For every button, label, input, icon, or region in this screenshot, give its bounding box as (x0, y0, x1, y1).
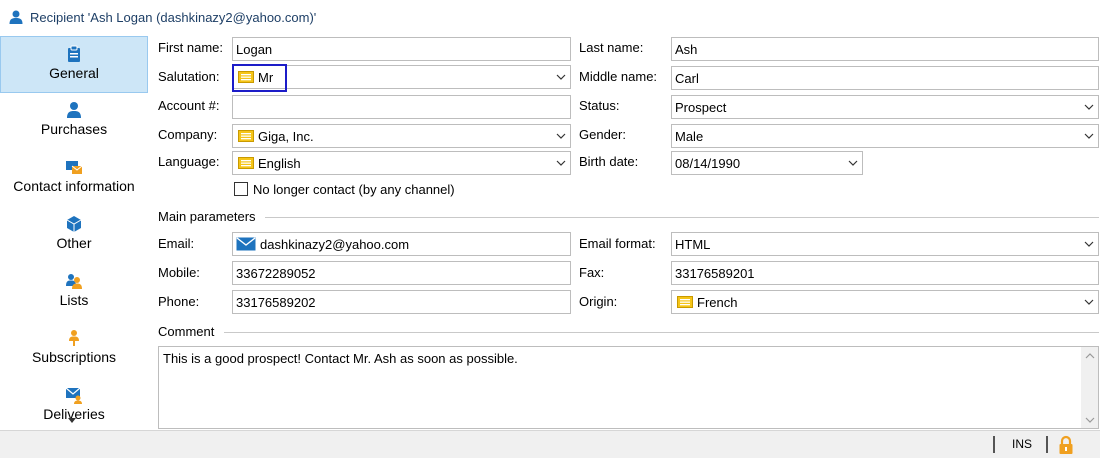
email-format-select[interactable]: HTML (671, 232, 1099, 256)
email-label: Email: (158, 236, 195, 251)
person-icon (9, 10, 23, 24)
enum-list-icon (677, 296, 693, 308)
origin-label: Origin: (579, 294, 618, 309)
envelope-icon (236, 237, 256, 251)
chevron-down-icon[interactable] (1080, 96, 1098, 118)
section-divider (224, 332, 1099, 333)
contact-card-icon (66, 161, 83, 174)
sidebar: General Purchases Contact information Ot… (0, 34, 148, 427)
last-name-label: Last name: (579, 40, 644, 55)
sidebar-item-label: Other (56, 235, 92, 251)
chevron-down-icon[interactable] (1080, 125, 1098, 147)
envelope-person-icon (65, 387, 82, 404)
scroll-up-icon[interactable] (1081, 347, 1098, 364)
salutation-select[interactable]: Mr (232, 64, 571, 92)
window-titlebar: Recipient 'Ash Logan (dashkinazy2@yahoo.… (0, 0, 1100, 34)
chevron-down-icon[interactable] (552, 125, 570, 147)
status-select[interactable]: Prospect (671, 95, 1099, 119)
account-field[interactable] (232, 95, 571, 119)
scroll-down-icon[interactable] (1081, 411, 1098, 428)
status-separator (1046, 436, 1048, 453)
fax-field[interactable]: 33176589201 (671, 261, 1099, 285)
middle-name-field[interactable]: Carl (671, 66, 1099, 90)
first-name-label: First name: (158, 40, 224, 55)
clipboard-icon (68, 45, 80, 62)
no-longer-contact-checkbox[interactable] (234, 182, 248, 196)
comment-title: Comment (158, 324, 215, 339)
company-label: Company: (158, 127, 218, 142)
person-icon (67, 102, 81, 118)
company-select[interactable]: Giga, Inc. (232, 124, 571, 148)
comment-text: This is a good prospect! Contact Mr. Ash… (163, 351, 518, 366)
sidebar-item-label: Lists (59, 292, 89, 308)
language-label: Language: (158, 154, 220, 169)
sidebar-item-subscriptions[interactable]: Subscriptions (0, 321, 148, 378)
email-field[interactable]: dashkinazy2@yahoo.com (232, 232, 571, 256)
middle-name-label: Middle name: (579, 69, 658, 84)
chevron-down-icon[interactable] (1080, 291, 1098, 313)
window-title: Recipient 'Ash Logan (dashkinazy2@yahoo.… (30, 9, 317, 25)
sidebar-item-label: General (49, 65, 99, 81)
chevron-down-icon[interactable] (552, 152, 570, 174)
mobile-field[interactable]: 33672289052 (232, 261, 571, 285)
enum-list-icon (238, 130, 254, 142)
fax-label: Fax: (579, 265, 605, 280)
sidebar-item-label: Contact information (13, 178, 135, 194)
sidebar-item-other[interactable]: Other (0, 207, 148, 264)
main-parameters-title: Main parameters (158, 209, 256, 224)
no-longer-contact-label: No longer contact (by any channel) (253, 182, 455, 197)
sidebar-item-label: Purchases (40, 121, 108, 137)
lock-icon[interactable] (1058, 435, 1074, 455)
gender-select[interactable]: Male (671, 124, 1099, 148)
cube-icon (66, 216, 82, 232)
comment-textarea[interactable]: This is a good prospect! Contact Mr. Ash… (158, 346, 1099, 429)
chevron-down-icon[interactable] (844, 152, 862, 174)
first-name-field[interactable]: Logan (232, 37, 571, 61)
chevron-down-icon[interactable] (552, 66, 570, 88)
mobile-label: Mobile: (158, 265, 200, 280)
enum-list-icon (238, 157, 254, 169)
sidebar-item-general[interactable]: General (0, 36, 148, 93)
status-label: Status: (579, 98, 620, 113)
salutation-label: Salutation: (158, 69, 220, 84)
phone-label: Phone: (158, 294, 200, 309)
phone-field[interactable]: 33176589202 (232, 290, 571, 314)
sidebar-item-label: Subscriptions (31, 349, 117, 365)
chevron-down-icon[interactable] (1080, 233, 1098, 255)
account-label: Account #: (158, 98, 220, 113)
section-divider (265, 217, 1099, 218)
group-icon (66, 274, 82, 289)
salutation-focus-box (232, 64, 287, 92)
sidebar-item-lists[interactable]: Lists (0, 264, 148, 321)
insert-mode-indicator: INS (1012, 437, 1033, 451)
language-select[interactable]: English (232, 151, 571, 175)
last-name-field[interactable]: Ash (671, 37, 1099, 61)
sidebar-item-purchases[interactable]: Purchases (0, 93, 148, 150)
email-format-label: Email format: (579, 236, 656, 251)
origin-select[interactable]: French (671, 290, 1099, 314)
scroll-down-arrow-icon[interactable] (68, 418, 76, 424)
status-separator (993, 436, 995, 453)
birth-date-picker[interactable]: 08/14/1990 (671, 151, 863, 175)
sidebar-item-contact-information[interactable]: Contact information (0, 150, 148, 207)
status-bar: INS (0, 430, 1100, 458)
gender-label: Gender: (579, 127, 626, 142)
birth-date-label: Birth date: (579, 154, 639, 169)
subscriber-icon (69, 330, 79, 346)
comment-scrollbar[interactable] (1081, 347, 1098, 428)
